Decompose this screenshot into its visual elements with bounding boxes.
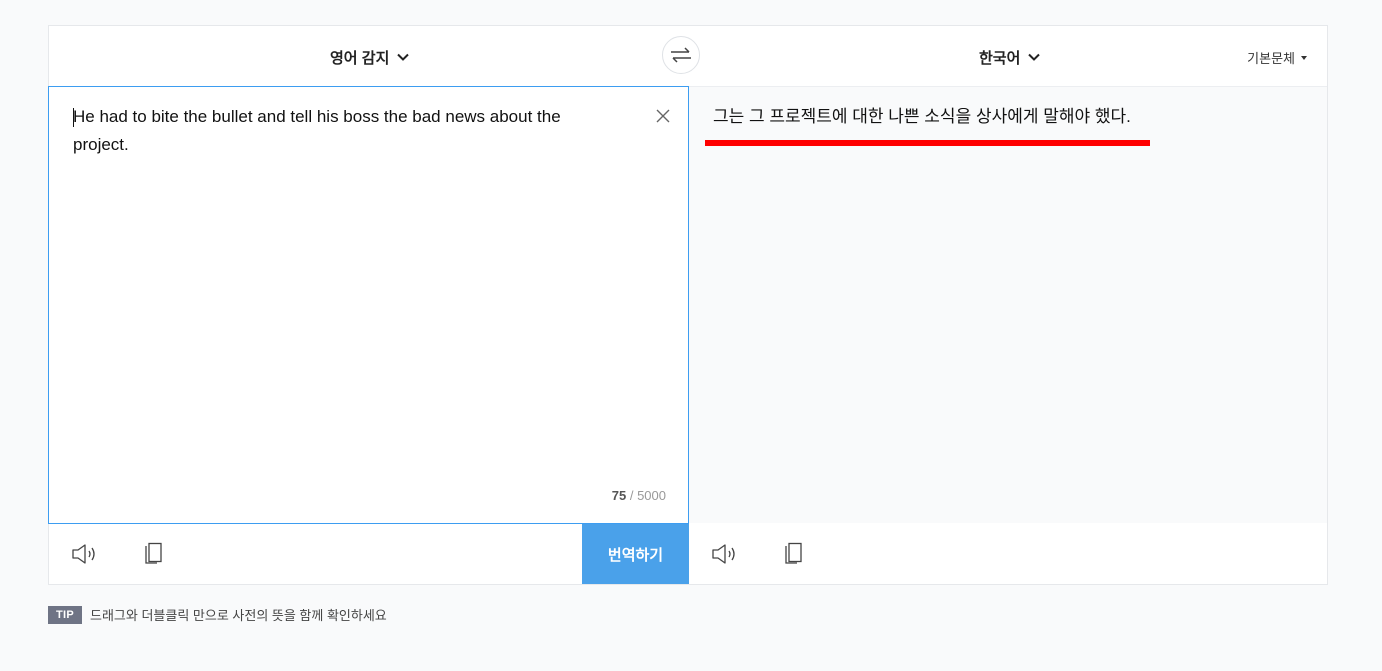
source-language-select[interactable]: 영어 감지 [330,46,410,68]
source-copy-button[interactable] [139,540,167,568]
close-icon[interactable] [656,109,670,123]
translated-text: 그는 그 프로젝트에 대한 나쁜 소식을 상사에게 말해야 했다. [713,107,1131,126]
caret-down-icon [1301,55,1307,60]
highlight-underline [705,140,1150,146]
target-language-label: 한국어 [979,49,1021,67]
style-dropdown-label: 기본문체 [1247,51,1295,66]
swap-icon [671,47,691,63]
target-copy-button[interactable] [779,540,807,568]
target-toolbar [689,524,1327,584]
copy-icon [145,542,162,564]
source-language-label: 영어 감지 [330,49,390,67]
tip-badge: TIP [48,605,83,624]
speaker-icon [72,544,95,564]
swap-languages-button[interactable] [662,36,700,74]
target-listen-button[interactable] [711,540,739,568]
tip-bar: TIP 드래그와 더블클릭 만으로 사전의 뜻을 함께 확인하세요 [48,605,387,624]
chevron-down-icon [397,53,410,61]
tip-text: 드래그와 더블클릭 만으로 사전의 뜻을 함께 확인하세요 [90,608,387,623]
style-dropdown[interactable]: 기본문체 [1247,48,1307,67]
source-listen-button[interactable] [71,540,99,568]
character-limit: / 5000 [629,488,666,503]
source-text[interactable]: He had to bite the bullet and tell his b… [73,103,613,159]
chevron-down-icon [1028,53,1041,61]
speaker-icon [712,544,735,564]
target-text-area: 그는 그 프로젝트에 대한 나쁜 소식을 상사에게 말해야 했다. [689,87,1327,523]
source-toolbar: 번역하기 [49,524,689,584]
character-count: 75 [611,488,627,503]
source-text-area[interactable]: He had to bite the bullet and tell his b… [48,86,689,524]
target-language-select[interactable]: 한국어 [979,46,1041,68]
translator-panel: 영어 감지 한국어 기본문체 He had to bite the bullet… [48,25,1328,585]
character-counter: 75 / 5000 [612,488,666,503]
language-bar: 영어 감지 한국어 기본문체 [49,26,1327,87]
translate-button[interactable]: 번역하기 [582,524,689,584]
copy-icon [785,542,802,564]
